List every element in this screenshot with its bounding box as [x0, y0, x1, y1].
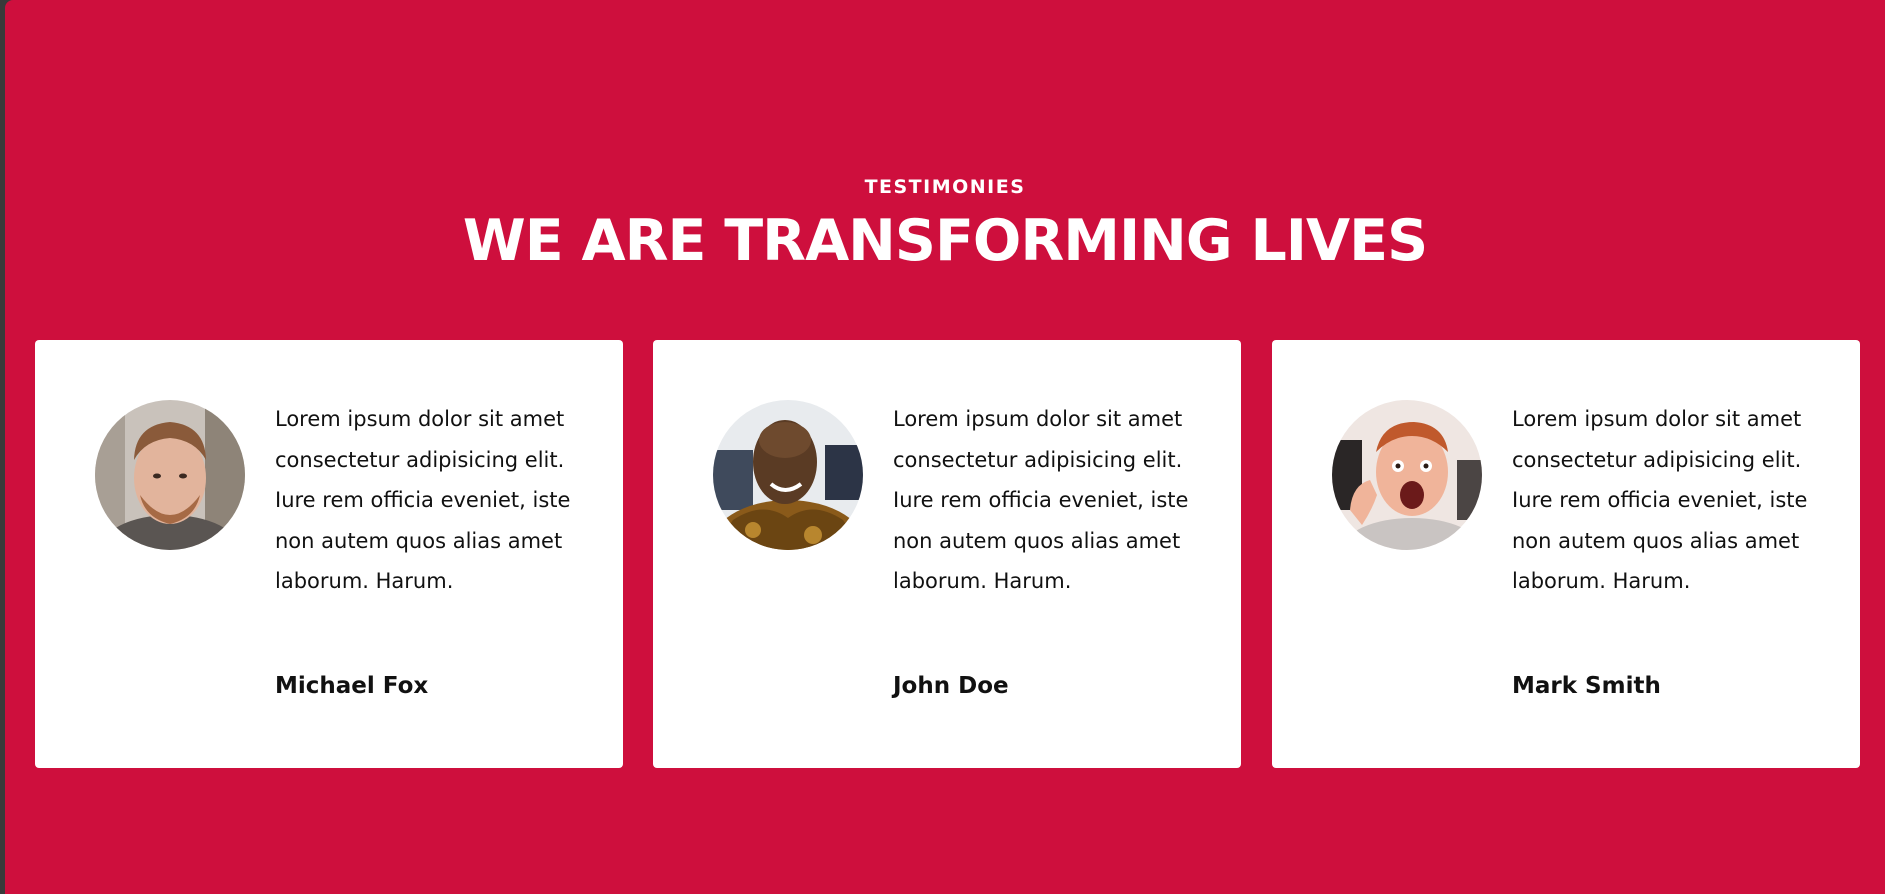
- testimonial-card: Lorem ipsum dolor sit amet consectetur a…: [1272, 340, 1860, 768]
- testimonial-quote: Lorem ipsum dolor sit amet consectetur a…: [1512, 407, 1808, 593]
- testimonial-author: Mark Smith: [1512, 673, 1661, 699]
- testimonial-card: Lorem ipsum dolor sit amet consectetur a…: [653, 340, 1241, 768]
- avatar: [713, 400, 863, 550]
- avatar-photo-icon: [713, 400, 863, 550]
- avatar-photo-icon: [95, 400, 245, 550]
- testimonial-author: Michael Fox: [275, 673, 429, 699]
- avatar-photo-icon: [1332, 400, 1482, 550]
- avatar: [95, 400, 245, 550]
- testimonials-section: TESTIMONIES WE ARE TRANSFORMING LIVES Lo…: [5, 0, 1885, 894]
- section-title: WE ARE TRANSFORMING LIVES: [462, 208, 1428, 274]
- testimonial-author: John Doe: [893, 673, 1009, 699]
- testimonial-quote: Lorem ipsum dolor sit amet consectetur a…: [893, 407, 1189, 593]
- testimonial-card: Lorem ipsum dolor sit amet consectetur a…: [35, 340, 623, 768]
- section-kicker: TESTIMONIES: [864, 176, 1026, 198]
- avatar: [1332, 400, 1482, 550]
- testimonial-quote: Lorem ipsum dolor sit amet consectetur a…: [275, 407, 571, 593]
